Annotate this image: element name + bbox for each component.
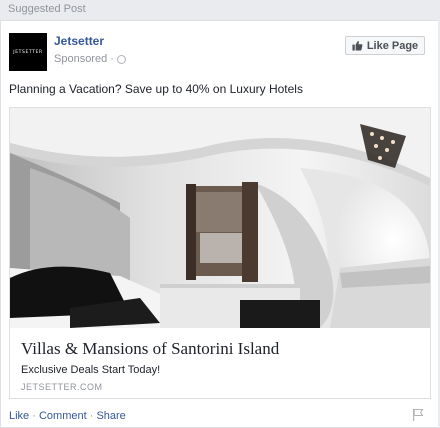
action-separator: ·: [29, 410, 39, 422]
santorini-villa-photo: [10, 108, 430, 328]
globe-icon: [116, 54, 126, 64]
post-message: Planning a Vacation? Save up to 40% on L…: [9, 82, 303, 96]
ad-headline[interactable]: Villas & Mansions of Santorini Island: [21, 339, 279, 359]
ad-link-card[interactable]: Villas & Mansions of Santorini Island Ex…: [9, 107, 431, 399]
jetsetter-logo[interactable]: JETSETTER: [9, 33, 47, 71]
like-page-label: Like Page: [366, 39, 419, 52]
like-page-button[interactable]: Like Page: [345, 36, 425, 55]
sponsored-label[interactable]: Sponsored: [54, 53, 107, 65]
flag-icon[interactable]: [412, 408, 424, 421]
like-link[interactable]: Like: [9, 410, 29, 422]
share-link[interactable]: Share: [96, 410, 125, 422]
sponsored-separator: ·: [110, 53, 114, 65]
sponsored-meta: Sponsored ·: [54, 53, 126, 65]
comment-link[interactable]: Comment: [39, 410, 87, 422]
ad-domain: JETSETTER.COM: [21, 382, 103, 392]
thumbs-up-icon: [352, 40, 363, 51]
logo-text: JETSETTER: [13, 49, 43, 55]
ad-description: Exclusive Deals Start Today!: [21, 364, 161, 376]
sponsored-post-card: JETSETTER Jetsetter Sponsored · Like Pag…: [0, 20, 438, 428]
post-actions: Like · Comment · Share: [9, 410, 126, 422]
action-separator: ·: [86, 410, 97, 422]
page-name-link[interactable]: Jetsetter: [54, 34, 104, 48]
suggested-post-label: Suggested Post: [8, 3, 86, 15]
